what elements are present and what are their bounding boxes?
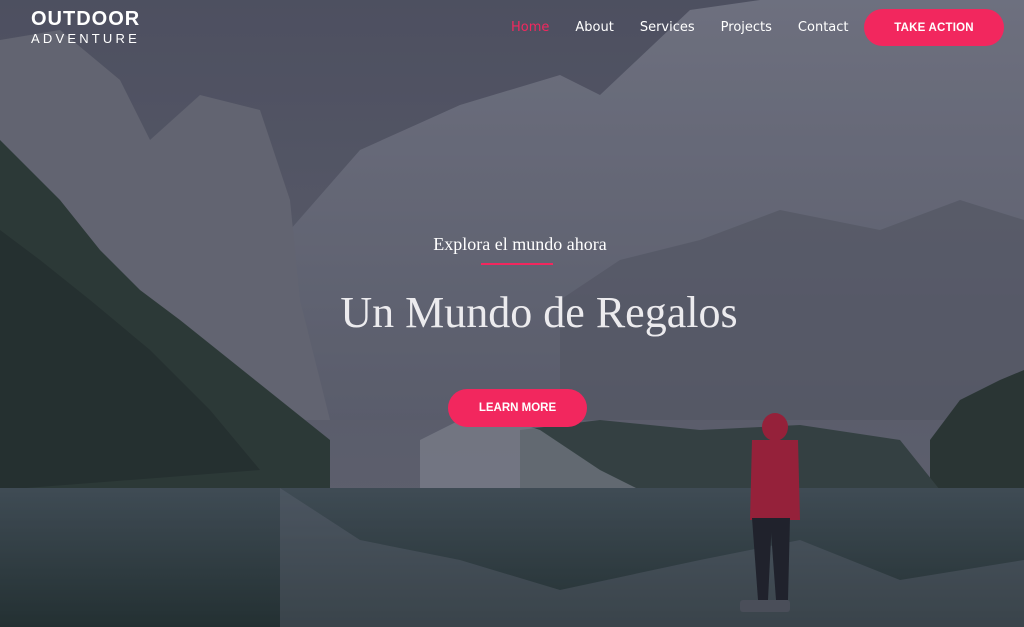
main-nav: Home About Services Projects Contact <box>511 18 875 38</box>
hero-title: Un Mundo de Regalos <box>340 288 738 337</box>
nav-link-contact[interactable]: Contact <box>798 18 849 38</box>
hero-section: OUTDOOR ADVENTURE Home About Services Pr… <box>0 0 1024 627</box>
take-action-button[interactable]: TAKE ACTION <box>864 9 1004 46</box>
hero-kicker: Explora el mundo ahora <box>433 234 607 254</box>
learn-more-button[interactable]: LEARN MORE <box>448 389 587 427</box>
brand-tagline: ADVENTURE <box>31 31 140 46</box>
nav-link-services[interactable]: Services <box>640 18 695 38</box>
nav-link-home[interactable]: Home <box>511 18 549 38</box>
nav-link-projects[interactable]: Projects <box>721 18 772 38</box>
brand-name: OUTDOOR <box>31 8 141 30</box>
nav-link-about[interactable]: About <box>575 18 613 38</box>
brand-logo[interactable]: OUTDOOR ADVENTURE <box>31 9 140 47</box>
kicker-divider <box>481 263 553 265</box>
